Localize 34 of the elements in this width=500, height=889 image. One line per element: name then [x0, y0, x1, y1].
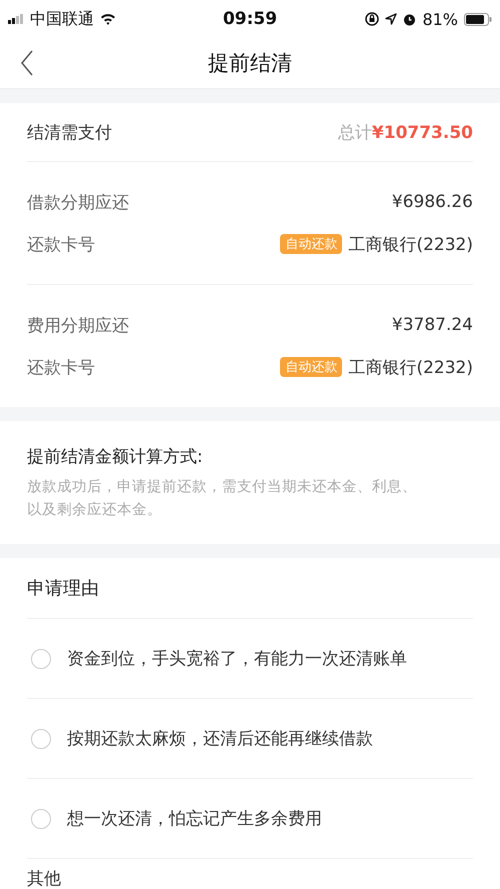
amount-value: ¥3787.24 [392, 315, 473, 335]
bank-name: 工商银行(2232) [348, 356, 473, 378]
battery-icon [464, 12, 492, 26]
page-title: 提前结清 [207, 50, 293, 77]
bank-name: 工商银行(2232) [348, 234, 473, 256]
total-amount: ¥10773.50 [372, 122, 473, 142]
back-icon[interactable] [20, 50, 34, 76]
row-label: 费用分期应还 [27, 314, 129, 336]
alarm-icon [403, 12, 416, 26]
row-label: 还款卡号 [27, 356, 95, 378]
wifi-icon [100, 13, 116, 25]
auto-pay-tag: 自动还款 [280, 357, 342, 377]
row-label: 借款分期应还 [27, 192, 129, 214]
option-label[interactable]: 其他 [27, 859, 61, 889]
row-label: 还款卡号 [27, 234, 95, 256]
total-label: 总计 [338, 122, 372, 144]
amount-value: ¥6986.26 [392, 192, 473, 212]
description-text: 放款成功后，申请提前还款，需支付当期未还本金、利息、以及剩余应还本金。 [27, 478, 418, 520]
option-label[interactable]: 按期还款太麻烦，还清后还能再继续借款 [67, 727, 373, 750]
carrier-name: 中国联通 [30, 8, 94, 30]
row-label: 结清需支付 [27, 122, 112, 144]
section-title: 申请理由 [27, 558, 473, 619]
location-icon [385, 13, 398, 25]
section-title: 提前结清金额计算方式: [27, 446, 204, 468]
battery-percent: 81% [422, 10, 458, 28]
rotation-lock-icon [365, 12, 380, 26]
option-label[interactable]: 资金到位，手头宽裕了，有能力一次还清账单 [67, 647, 407, 670]
radio-button[interactable] [31, 808, 51, 828]
radio-button[interactable] [31, 728, 51, 748]
radio-button[interactable] [31, 648, 51, 668]
status-time: 09:59 [222, 9, 278, 29]
option-label[interactable]: 想一次还清，怕忘记产生多余费用 [67, 807, 322, 830]
signal-icon [8, 14, 24, 24]
auto-pay-tag: 自动还款 [280, 234, 342, 254]
